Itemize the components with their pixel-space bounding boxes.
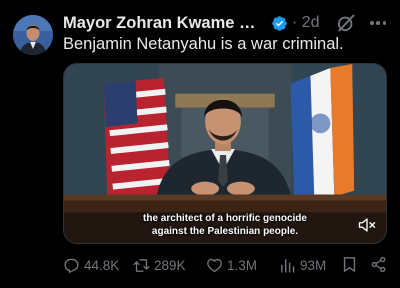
author-name[interactable]: Mayor Zohran Kwame Ma...: [63, 14, 266, 33]
like-count: 1.3M: [227, 257, 258, 273]
timestamp[interactable]: · 2d: [292, 14, 320, 32]
video-player[interactable]: the architect of a horrific genocide aga…: [63, 63, 387, 244]
more-icon[interactable]: [368, 12, 388, 34]
reply-count: 44.8K: [84, 257, 120, 273]
views-button[interactable]: 93M: [279, 257, 326, 274]
like-icon: [207, 258, 222, 272]
repost-button[interactable]: 289K: [133, 257, 186, 274]
caption-line: against the Palestinian people.: [151, 225, 299, 237]
action-bar: 44.8K 289K 1.3M 93M: [63, 254, 392, 276]
grok-icon[interactable]: [336, 13, 356, 33]
views-icon: [281, 258, 295, 273]
mute-icon[interactable]: [358, 217, 376, 233]
nyc-flag: [290, 64, 355, 211]
video-caption: the architect of a horrific genocide aga…: [64, 213, 386, 238]
share-icon[interactable]: [370, 256, 387, 273]
avatar[interactable]: [13, 15, 53, 55]
repost-count: 289K: [154, 257, 186, 273]
caption-line: the architect of a horrific genocide: [143, 213, 307, 224]
tweet-text: Benjamin Netanyahu is a war criminal.: [63, 35, 344, 53]
repost-icon: [133, 258, 150, 272]
view-count: 93M: [300, 257, 327, 273]
tweet-header: Mayor Zohran Kwame Ma... · 2d: [63, 12, 388, 34]
reply-icon: [64, 258, 79, 273]
reply-button[interactable]: 44.8K: [63, 257, 119, 274]
like-button[interactable]: 1.3M: [206, 257, 257, 274]
bookmark-icon[interactable]: [342, 256, 357, 273]
verified-icon: [272, 15, 287, 31]
